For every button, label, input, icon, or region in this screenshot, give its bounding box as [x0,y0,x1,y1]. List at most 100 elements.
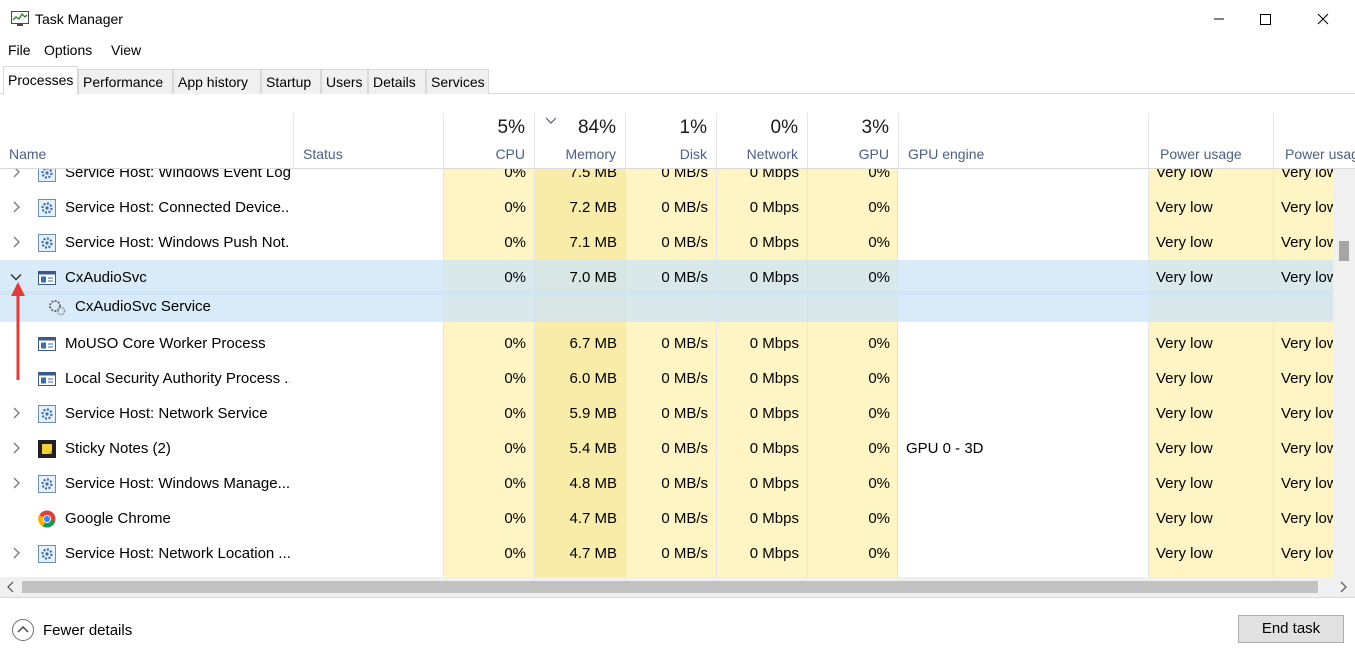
cell-network: 0 Mbps [749,335,799,352]
process-row[interactable]: Sticky Notes (2) 0% 5.4 MB 0 MB/s 0 Mbps 0% GP… [0,431,1333,466]
annotation-arrow [11,282,25,380]
process-name: MoUSO Core Worker Process [65,335,266,352]
horizontal-scrollbar[interactable] [0,577,1355,597]
cell-disk: 0 MB/s [661,269,708,286]
column-gpu[interactable]: 3% GPU [807,113,898,169]
process-name: Service Host: Windows Event Log [65,169,290,181]
chevron-right-icon[interactable] [10,547,22,559]
cell-power-trend: Very low [1281,370,1333,387]
task-manager-icon [11,11,29,26]
process-row[interactable]: CxAudioSvc 0% 7.0 MB 0 MB/s 0 Mbps 0% Very low… [0,260,1333,295]
cell-gpu-engine [898,326,1148,361]
column-power-usage[interactable]: Power usage [1148,113,1273,169]
tab-users[interactable]: Users [321,69,368,94]
tab-app-history[interactable]: App history [173,69,261,94]
cell-gpu-engine [898,396,1148,431]
cell-network [716,291,807,326]
tab-services[interactable]: Services [426,69,489,94]
cell-disk: 0 MB/s [661,370,708,387]
cell-power: Very low [1156,405,1213,422]
gear-icon [38,169,56,182]
chevron-right-icon[interactable] [10,477,22,489]
window-app-icon [38,372,56,386]
cell-network: 0 Mbps [749,510,799,527]
cell-memory: 7.0 MB [569,269,617,286]
column-memory-label: Memory [565,146,616,162]
cell-disk [625,291,716,326]
chevron-right-icon[interactable] [10,201,22,213]
chevron-right-icon[interactable] [10,407,22,419]
chevron-right-icon[interactable] [10,169,22,178]
memory-total: 84% [577,117,616,138]
cell-gpu: 0% [868,545,890,562]
cell-memory: 7.5 MB [569,169,617,181]
process-name: Service Host: Windows Manage... [65,475,290,492]
column-cpu[interactable]: 5% CPU [443,113,534,169]
vertical-scroll-thumb[interactable] [1339,241,1349,261]
cell-power-trend: Very low [1281,269,1333,286]
fewer-details-link[interactable]: Fewer details [43,622,132,639]
cell-disk: 0 MB/s [661,335,708,352]
column-gpu-engine[interactable]: GPU engine [898,113,1148,169]
column-status[interactable]: Status [293,113,443,169]
gear-icon [38,199,56,217]
gear-icon [38,405,56,423]
tab-details[interactable]: Details [368,69,426,94]
cell-cpu: 0% [504,370,526,387]
menu-view[interactable]: View [111,42,141,58]
cell-gpu: 0% [868,269,890,286]
tab-startup[interactable]: Startup [261,69,321,94]
tab-performance[interactable]: Performance [78,69,173,94]
column-memory[interactable]: 84% Memory [534,113,625,169]
maximize-button[interactable] [1242,0,1288,38]
process-name: Service Host: Network Service [65,405,268,422]
cell-disk: 0 MB/s [661,440,708,457]
cell-cpu: 0% [504,545,526,562]
minimize-button[interactable] [1196,0,1242,38]
process-row[interactable]: Service Host: Network Service 0% 5.9 MB 0 M… [0,396,1333,431]
child-process-row[interactable]: CxAudioSvc Service [0,291,1333,322]
horizontal-scroll-thumb[interactable] [22,581,1318,593]
cell-power [1148,291,1273,326]
column-network[interactable]: 0% Network [716,113,807,169]
cell-network: 0 Mbps [749,405,799,422]
process-row[interactable]: MoUSO Core Worker Process 0% 6.7 MB 0 MB/s 0… [0,326,1333,361]
process-row[interactable]: Service Host: Windows Event Log 0% 7.5 MB 0… [0,169,1333,190]
cell-memory: 6.0 MB [569,370,617,387]
process-row[interactable]: Local Security Authority Process ... 0% 6.… [0,361,1333,396]
process-row[interactable]: Service Host: Connected Device... 0% 7.2 M… [0,190,1333,225]
process-row[interactable]: Service Host: Windows Manage... 0% 4.8 MB 0… [0,466,1333,501]
process-row[interactable]: Google Chrome 0% 4.7 MB 0 MB/s 0 Mbps 0% Very … [0,501,1333,536]
cell-gpu-engine: GPU 0 - 3D [906,440,984,457]
column-name[interactable]: Name [0,113,293,169]
maximize-icon [1260,14,1271,25]
process-row[interactable]: Service Host: Network Location ... 0% 4.7 … [0,536,1333,571]
chevron-right-icon[interactable] [10,442,22,454]
chevron-right-icon[interactable] [10,236,22,248]
cell-memory: 7.2 MB [569,199,617,216]
network-total: 0% [770,117,798,138]
fewer-details-icon[interactable] [11,618,35,642]
menu-file[interactable]: File [8,42,31,58]
cell-memory: 7.1 MB [569,234,617,251]
column-power-usage-trend[interactable]: Power usage trend [1273,113,1355,169]
column-header: Name Status 5% CPU 84% Memory 1% Disk 0%… [0,113,1355,169]
minimize-icon [1214,18,1224,20]
column-disk[interactable]: 1% Disk [625,113,716,169]
cell-power-trend: Very low [1281,335,1333,352]
cell-cpu: 0% [504,234,526,251]
cell-cpu: 0% [504,510,526,527]
scroll-left-icon[interactable] [7,581,15,593]
vertical-scrollbar[interactable] [1333,169,1355,577]
cell-power: Very low [1156,269,1213,286]
close-button[interactable] [1300,0,1346,38]
menu-options[interactable]: Options [44,42,92,58]
cell-memory: 6.7 MB [569,335,617,352]
process-row[interactable]: Service Host: Windows Push Not... 0% 7.1 M… [0,225,1333,260]
scroll-right-icon[interactable] [1340,581,1348,593]
cell-memory: 4.7 MB [569,510,617,527]
end-task-button[interactable]: End task [1238,615,1344,643]
cell-gpu: 0% [868,234,890,251]
cell-memory: 5.4 MB [569,440,617,457]
tab-processes[interactable]: Processes [3,66,78,95]
